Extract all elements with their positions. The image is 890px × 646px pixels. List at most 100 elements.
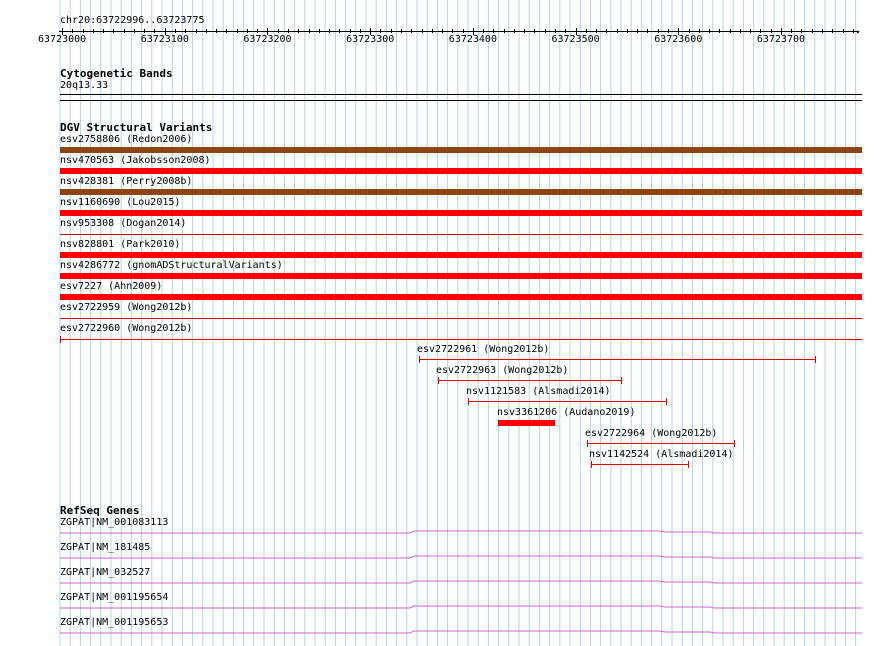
refseq-gene-feature[interactable] — [60, 579, 862, 585]
dgv-variant-endcap — [666, 398, 667, 405]
ruler-minor-tick — [411, 29, 413, 33]
refseq-gene-label[interactable]: ZGPAT|NM_001083113 — [60, 517, 168, 529]
location-label: chr20:63722996..63723775 — [60, 15, 205, 26]
ruler-minor-tick — [339, 29, 341, 33]
refseq-gene-feature[interactable] — [60, 604, 862, 610]
dgv-variant-feature[interactable] — [60, 273, 862, 279]
dgv-variant-label[interactable]: esv2722963 (Wong2012b) — [436, 365, 568, 377]
ruler-minor-tick — [185, 29, 187, 33]
ruler-minor-tick — [606, 29, 608, 33]
ruler-minor-tick — [92, 29, 94, 33]
ruler-minor-tick — [801, 29, 803, 33]
dgv-variant-feature[interactable] — [60, 168, 862, 174]
dgv-variant-feature[interactable] — [60, 210, 862, 216]
ruler-tick-label: 63723600 — [654, 34, 703, 45]
dgv-variant-feature[interactable] — [60, 189, 862, 195]
ruler-tick-label: 63723300 — [346, 34, 395, 45]
ruler-tick-label: 63723700 — [756, 34, 806, 45]
ruler-minor-tick — [667, 29, 669, 33]
dgv-variant-label[interactable]: nsv1160690 (Lou2015) — [60, 197, 180, 209]
ruler-minor-tick — [72, 29, 74, 33]
ruler-minor-tick — [729, 29, 731, 33]
ruler-minor-tick — [524, 29, 526, 33]
dgv-variant-label[interactable]: esv2722964 (Wong2012b) — [585, 428, 717, 440]
refseq-gene-label[interactable]: ZGPAT|NM_032527 — [60, 567, 150, 579]
dgv-track-title[interactable]: DGV Structural Variants — [60, 122, 212, 134]
ruler-minor-tick — [144, 29, 146, 33]
ruler-minor-tick — [657, 29, 659, 33]
dgv-variant-label[interactable]: nsv1121583 (Alsmadi2014) — [466, 386, 611, 398]
cytogenetic-track-title[interactable]: Cytogenetic Bands — [60, 68, 173, 80]
dgv-variant-label[interactable]: esv2758806 (Redon2006) — [60, 134, 192, 146]
ruler-tick-label: 63723500 — [551, 34, 600, 45]
dgv-variant-feature[interactable] — [498, 420, 555, 426]
dgv-variant-label[interactable]: esv7227 (Ahn2009) — [60, 281, 162, 293]
ruler-minor-tick — [123, 29, 125, 33]
dgv-variant-endcap — [815, 356, 816, 363]
dgv-variant-feature[interactable] — [468, 398, 667, 405]
dgv-variant-feature[interactable] — [60, 294, 862, 300]
dgv-variant-feature[interactable] — [60, 336, 862, 343]
dgv-variant-feature[interactable] — [419, 356, 816, 363]
refseq-gene-label[interactable]: ZGPAT|NM_181485 — [60, 542, 150, 554]
dgv-variant-feature[interactable] — [60, 318, 862, 319]
dgv-variant-label[interactable]: nsv828801 (Park2010) — [60, 239, 180, 251]
ruler-minor-tick — [760, 29, 762, 33]
ruler-minor-tick — [246, 29, 248, 33]
ruler-minor-tick — [709, 29, 710, 33]
ruler-minor-tick — [205, 29, 207, 33]
dgv-variant-endcap — [419, 356, 420, 363]
ruler-minor-tick — [811, 29, 813, 33]
dgv-variant-feature[interactable] — [60, 252, 862, 258]
dgv-variant-feature[interactable] — [60, 234, 862, 235]
dgv-variant-feature[interactable] — [587, 440, 735, 447]
dgv-variant-endcap — [60, 336, 61, 343]
dgv-variant-feature[interactable] — [60, 147, 862, 153]
ruler-minor-tick — [596, 29, 597, 33]
ruler-minor-tick — [462, 29, 464, 33]
dgv-variant-label[interactable]: nsv428381 (Perry2008b) — [60, 176, 192, 188]
dgv-variant-label[interactable]: nsv470563 (Jakobsson2008) — [60, 155, 211, 167]
dgv-variant-endcap — [591, 461, 592, 468]
dgv-variant-endcap — [621, 377, 622, 384]
dgv-variant-label[interactable]: nsv4286772 (gnomADStructuralVariants) — [60, 260, 283, 272]
ruler-minor-tick — [719, 29, 721, 33]
ruler-tick-label: 63723400 — [448, 34, 497, 45]
ruler-minor-tick — [791, 29, 793, 33]
dgv-variant-endcap — [468, 398, 469, 405]
refseq-gene-feature[interactable] — [60, 554, 862, 560]
dgv-variant-feature[interactable] — [438, 377, 622, 384]
dgv-variant-feature[interactable] — [591, 461, 689, 468]
dgv-variant-label[interactable]: nsv1142524 (Alsmadi2014) — [589, 449, 734, 461]
ruler-minor-tick — [626, 29, 628, 33]
refseq-gene-feature[interactable] — [60, 629, 862, 635]
ruler-minor-tick — [544, 29, 546, 33]
ruler-minor-tick — [688, 29, 690, 33]
refseq-gene-label[interactable]: ZGPAT|NM_001195654 — [60, 592, 168, 604]
cytogenetic-band-label[interactable]: 20q13.33 — [60, 80, 108, 92]
ruler-minor-tick — [287, 29, 289, 33]
dgv-variant-endcap — [438, 377, 439, 384]
ruler-minor-tick — [308, 29, 310, 33]
ruler-minor-tick — [503, 29, 505, 33]
dgv-variant-endcap — [688, 461, 689, 468]
ruler-minor-tick — [359, 29, 361, 33]
ruler-minor-tick — [534, 29, 536, 33]
dgv-variant-label[interactable]: esv2722961 (Wong2012b) — [417, 344, 549, 356]
ruler-minor-tick — [637, 29, 639, 33]
ruler-minor-tick — [277, 29, 279, 33]
ruler-minor-tick — [822, 29, 823, 33]
dgv-variant-label[interactable]: esv2722959 (Wong2012b) — [60, 302, 192, 314]
ruler-minor-tick — [431, 29, 433, 33]
ruler-minor-tick — [195, 29, 197, 33]
ruler-minor-tick — [513, 29, 515, 33]
refseq-gene-feature[interactable] — [60, 529, 862, 535]
dgv-variant-label[interactable]: esv2722960 (Wong2012b) — [60, 323, 192, 335]
dgv-variant-endcap — [587, 440, 588, 447]
refseq-track-title[interactable]: RefSeq Genes — [60, 505, 139, 517]
ruler-minor-tick — [226, 29, 228, 33]
refseq-gene-label[interactable]: ZGPAT|NM_001195653 — [60, 617, 168, 629]
dgv-variant-label[interactable]: nsv953308 (Dogan2014) — [60, 218, 186, 230]
dgv-variant-label[interactable]: nsv3361206 (Audano2019) — [497, 407, 635, 419]
ruler-minor-tick — [400, 29, 402, 33]
